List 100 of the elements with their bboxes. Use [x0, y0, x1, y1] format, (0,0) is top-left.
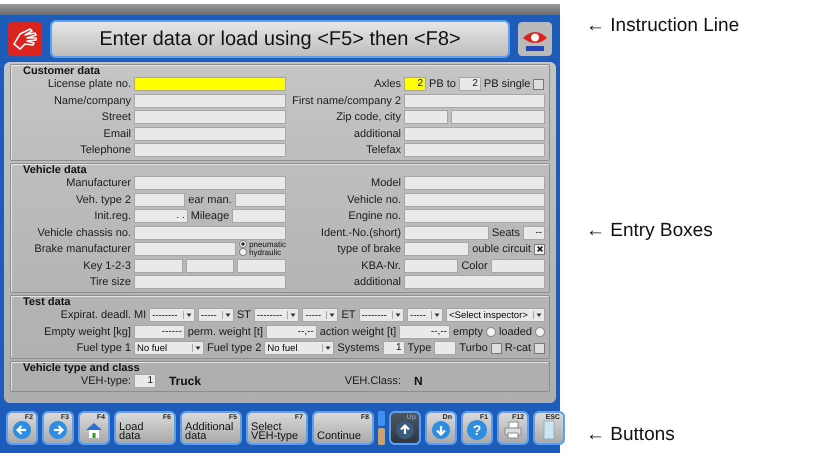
input-field[interactable]	[134, 126, 286, 140]
eye-logo-icon	[518, 22, 552, 56]
field-label: empty	[452, 326, 483, 338]
field-label: ear man.	[188, 194, 232, 206]
dropdown[interactable]: --------	[149, 308, 195, 322]
input-field[interactable]	[404, 209, 545, 223]
field-label: Veh. type 2	[74, 192, 131, 206]
input-field[interactable]	[134, 242, 236, 256]
input-field[interactable]: ------	[134, 324, 185, 338]
input-field[interactable]: 1	[134, 374, 156, 388]
input-field[interactable]: --,--	[399, 324, 450, 338]
field-label: PB to	[429, 78, 456, 90]
field-label: Tire size	[88, 275, 131, 289]
help-icon: ?	[467, 420, 487, 440]
input-field[interactable]: --	[523, 226, 545, 240]
checkbox[interactable]	[534, 342, 546, 354]
input-field[interactable]: 2	[404, 77, 426, 91]
dropdown[interactable]: -----	[407, 308, 444, 322]
radio-button[interactable]	[239, 248, 248, 256]
annotation-text: ← Buttons	[586, 423, 676, 447]
caret-icon	[392, 311, 404, 319]
input-field[interactable]	[404, 258, 458, 272]
value-text: N	[414, 374, 423, 388]
input-field[interactable]	[434, 341, 456, 355]
field-label: Brake manufacturer	[33, 242, 131, 256]
field-label: loaded	[498, 326, 532, 338]
dropdown[interactable]: No fuel	[264, 341, 334, 355]
field-label: Systems	[337, 342, 380, 354]
input-field[interactable]	[134, 110, 286, 124]
field-label: ouble circuit	[472, 243, 531, 255]
printer-icon	[503, 420, 523, 440]
checkbox[interactable]	[534, 244, 545, 254]
input-field[interactable]	[404, 126, 545, 140]
caret-icon	[326, 311, 338, 319]
field-label: Expirat. deadl.	[60, 308, 131, 322]
house-icon	[84, 420, 104, 440]
caret-icon	[431, 311, 442, 319]
field-label: Zip code, city	[335, 110, 401, 124]
section-title: Test data	[22, 296, 72, 308]
dropdown[interactable]: -----	[302, 308, 338, 322]
input-field[interactable]	[404, 226, 489, 240]
input-field[interactable]	[134, 226, 286, 240]
input-field[interactable]: 1	[382, 341, 405, 355]
input-field[interactable]: 2	[458, 77, 481, 91]
field-label: Fuel type 2	[206, 342, 262, 354]
scroll-indicator	[378, 411, 385, 445]
input-field[interactable]	[404, 275, 545, 289]
option-label: hydraulic	[249, 248, 282, 256]
input-field[interactable]: . .	[134, 209, 188, 223]
dropdown[interactable]: --------	[254, 308, 300, 322]
radio-button[interactable]	[535, 326, 545, 336]
section-title: Vehicle type and class	[22, 362, 141, 374]
dropdown[interactable]: No fuel	[134, 341, 204, 355]
field-label: Name/company	[52, 94, 131, 108]
input-field[interactable]	[490, 258, 546, 272]
dropdown[interactable]: -----	[198, 308, 234, 322]
field-label: VEH-type:	[80, 374, 131, 388]
field-label: Axles	[373, 77, 401, 91]
annotation-text: ← Entry Boxes	[586, 218, 714, 242]
input-field[interactable]	[404, 192, 545, 206]
checkbox[interactable]	[490, 342, 502, 354]
input-field[interactable]	[451, 110, 545, 124]
input-field[interactable]	[234, 192, 286, 206]
input-field[interactable]	[134, 143, 286, 157]
hand-icon	[8, 22, 42, 56]
caret-icon	[222, 311, 233, 319]
section-title: Vehicle data	[22, 164, 88, 176]
caret-icon	[533, 311, 544, 319]
checkbox[interactable]	[533, 78, 544, 90]
field-label: Engine no.	[347, 209, 401, 223]
input-field[interactable]	[232, 209, 286, 223]
input-field[interactable]: --,--	[266, 324, 317, 338]
field-label: R-cat	[504, 342, 532, 354]
arrow-up-icon	[395, 420, 415, 440]
input-field[interactable]	[404, 143, 545, 157]
option-label: pneumatic	[249, 240, 286, 248]
input-field[interactable]	[134, 77, 286, 91]
input-field[interactable]	[404, 110, 448, 124]
input-field[interactable]	[404, 176, 545, 190]
input-field[interactable]	[237, 258, 286, 272]
radio-button[interactable]	[486, 326, 496, 336]
dropdown[interactable]: <Select inspector>	[446, 308, 545, 322]
field-label: Mileage	[190, 210, 230, 222]
input-field[interactable]	[134, 258, 183, 272]
caret-icon	[182, 311, 194, 319]
input-field[interactable]	[134, 192, 186, 206]
input-field[interactable]	[134, 94, 286, 108]
field-label: Telefax	[365, 143, 401, 157]
arrow-left-icon	[12, 420, 32, 440]
input-field[interactable]	[134, 176, 286, 190]
input-field[interactable]	[404, 94, 545, 108]
input-field[interactable]	[186, 258, 234, 272]
field-label: Model	[370, 176, 401, 190]
dropdown[interactable]: --------	[358, 308, 404, 322]
radio-button[interactable]	[239, 240, 248, 248]
annotation-text: ← Instruction Line	[586, 14, 740, 38]
input-field[interactable]	[404, 242, 470, 256]
input-field[interactable]	[134, 275, 286, 289]
field-label: License plate no.	[46, 77, 131, 91]
value-text: Truck	[169, 374, 202, 388]
